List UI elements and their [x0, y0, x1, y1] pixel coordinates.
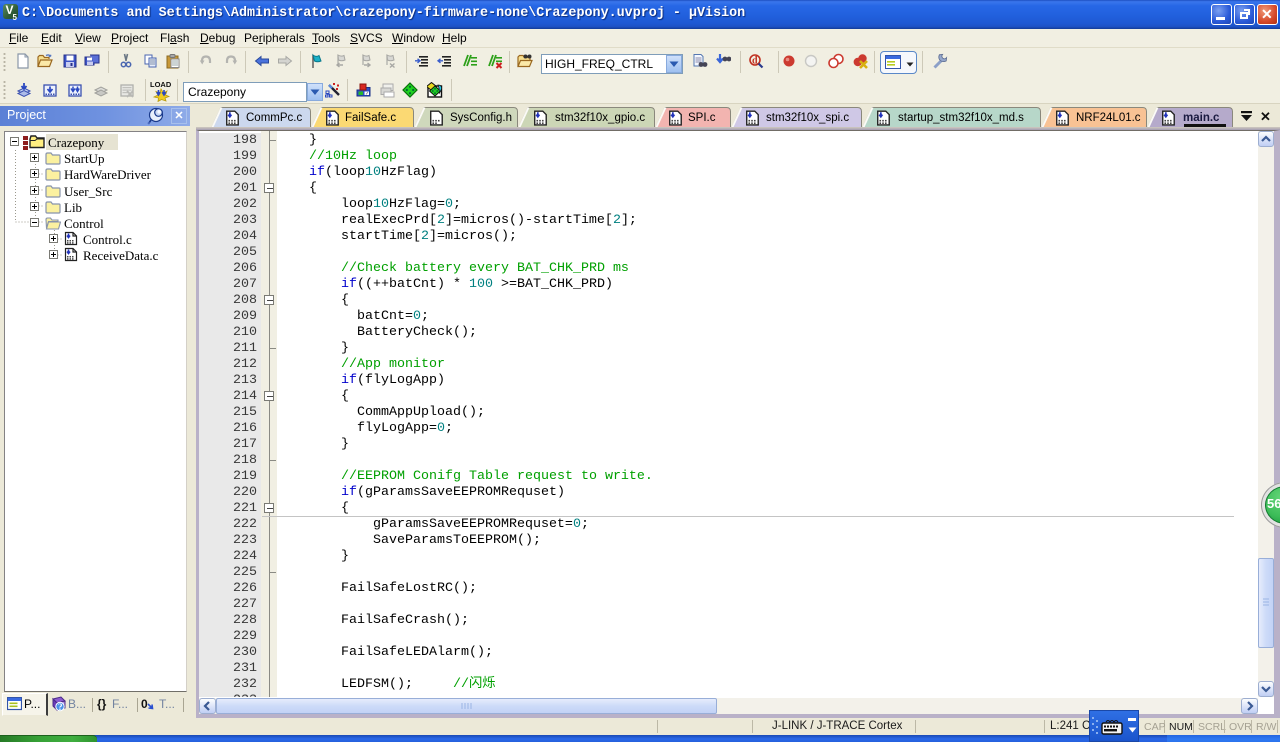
- svg-text:LOAD: LOAD: [150, 80, 172, 89]
- svg-text:?: ?: [58, 702, 63, 712]
- svg-text:d: d: [752, 56, 758, 67]
